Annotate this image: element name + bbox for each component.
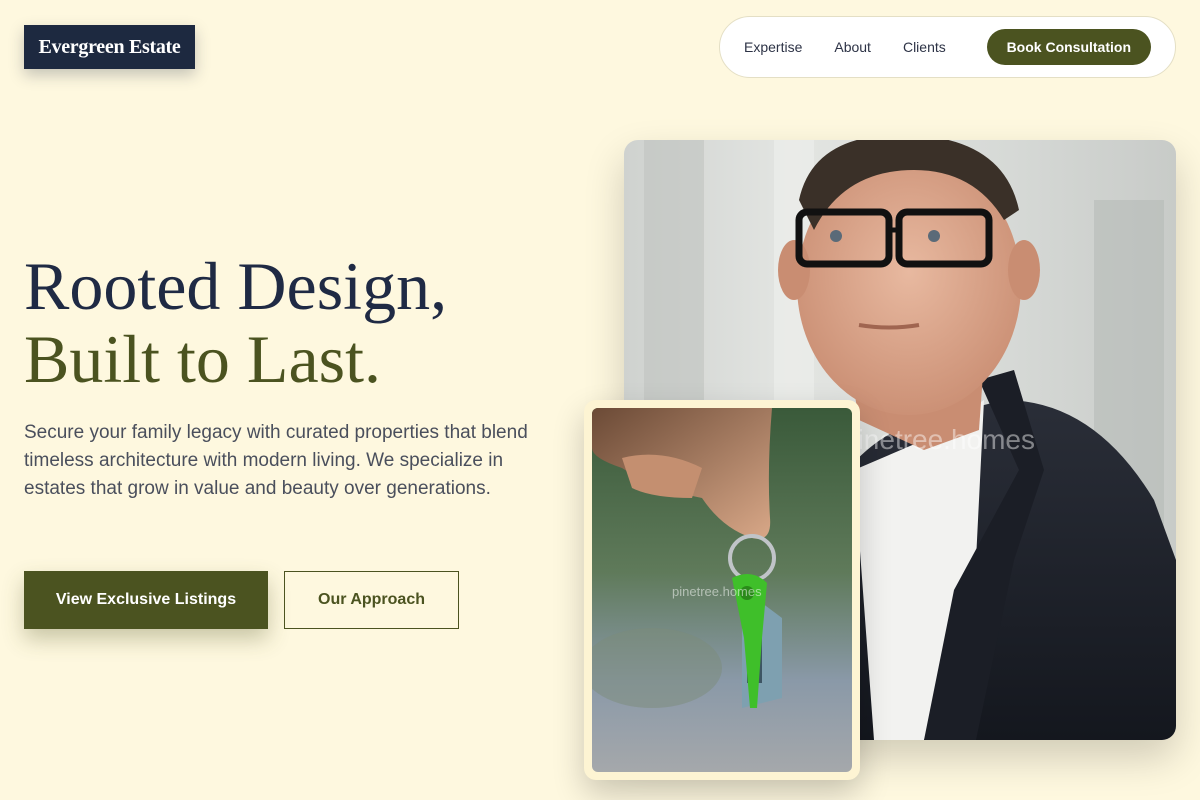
main-image-watermark: pinetree.homes bbox=[842, 424, 1036, 455]
book-consultation-button[interactable]: Book Consultation bbox=[986, 29, 1151, 65]
nav-item-about[interactable]: About bbox=[834, 39, 871, 55]
headline-line-2: Built to Last. bbox=[24, 321, 381, 397]
view-listings-button[interactable]: View Exclusive Listings bbox=[24, 571, 268, 629]
top-nav: Expertise About Clients Book Consultatio… bbox=[719, 16, 1176, 78]
hero-description: Secure your family legacy with curated p… bbox=[24, 422, 528, 499]
headline-line-1: Rooted Design, bbox=[24, 248, 448, 324]
brand-logo[interactable]: Evergreen Estate bbox=[24, 25, 195, 69]
keys-image-watermark: pinetree.homes bbox=[672, 584, 762, 599]
keys-image: pinetree.homes bbox=[592, 408, 852, 772]
our-approach-button[interactable]: Our Approach bbox=[284, 571, 459, 629]
nav-item-expertise[interactable]: Expertise bbox=[744, 39, 802, 55]
nav-item-clients[interactable]: Clients bbox=[903, 39, 946, 55]
hero-headline: Rooted Design, Built to Last. bbox=[24, 250, 447, 396]
keys-image-card: pinetree.homes bbox=[584, 400, 860, 780]
